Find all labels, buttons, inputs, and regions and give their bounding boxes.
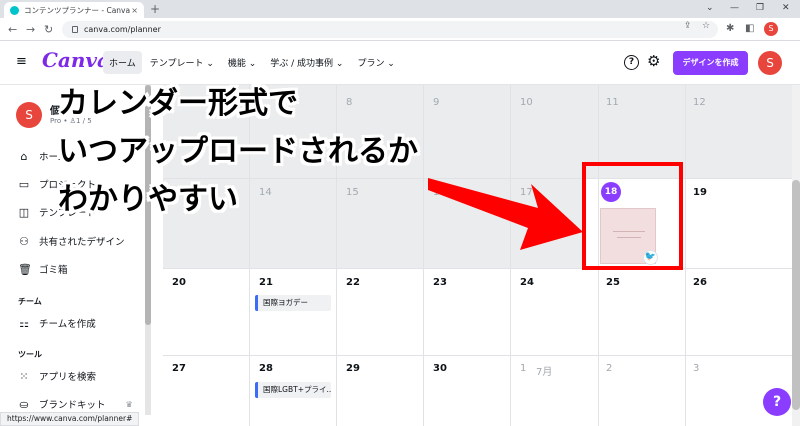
canva-logo[interactable]: Canva bbox=[42, 48, 110, 72]
day-cell[interactable]: 23 bbox=[433, 277, 447, 288]
overlay-heading-line1: カレンダー形式で bbox=[58, 86, 298, 121]
folder-icon: ▭ bbox=[18, 177, 30, 191]
top-nav: ホーム テンプレート ⌄ 機能 ⌄ 学ぶ / 成功事例 ⌄ プラン ⌄ bbox=[103, 51, 401, 74]
share-icon[interactable]: ⇪ bbox=[684, 21, 692, 31]
minimize-icon[interactable]: — bbox=[730, 3, 739, 13]
url-input[interactable]: canva.com/planner bbox=[62, 21, 718, 38]
back-icon[interactable]: ← bbox=[8, 23, 17, 36]
shared-icon: ⚇ bbox=[19, 234, 29, 248]
tab-close-icon[interactable]: × bbox=[131, 6, 138, 15]
restore-icon[interactable]: ❐ bbox=[756, 3, 764, 13]
sidebar-item-label: アプリを検索 bbox=[39, 372, 97, 383]
sidebar-item-brand-kit[interactable]: ⛀ ブランドキット ♛ bbox=[18, 397, 133, 412]
trash-icon: 🗑 bbox=[18, 262, 32, 276]
team-icon: ⚏ bbox=[19, 316, 29, 330]
overlay-heading-line2: いつアップロードされるか bbox=[58, 134, 418, 169]
nav-features[interactable]: 機能 ⌄ bbox=[222, 51, 262, 74]
bookmark-star-icon[interactable]: ☆ bbox=[702, 21, 710, 31]
nav-home[interactable]: ホーム bbox=[103, 51, 142, 74]
day-cell[interactable]: 28 bbox=[259, 363, 273, 374]
nav-learn[interactable]: 学ぶ / 成功事例 ⌄ bbox=[264, 51, 349, 74]
forward-icon[interactable]: → bbox=[26, 23, 35, 36]
day-cell[interactable]: 21 bbox=[259, 277, 273, 288]
brand-icon: ⛀ bbox=[19, 397, 29, 411]
day-cell[interactable]: 9 bbox=[433, 97, 439, 108]
day-cell[interactable]: 22 bbox=[346, 277, 360, 288]
sidebar-item-label: ブランドキット bbox=[39, 400, 106, 411]
new-tab-button[interactable]: + bbox=[150, 2, 160, 16]
calendar-event[interactable]: 国際ヨガデー bbox=[255, 295, 331, 311]
day-cell[interactable]: 25 bbox=[606, 277, 620, 288]
sidebar-item-shared[interactable]: ⚇ 共有されたデザイン bbox=[18, 234, 125, 249]
sidebar-section-tools: ツール bbox=[18, 350, 42, 359]
calendar-event[interactable]: 国際LGBT+プライ... bbox=[255, 382, 331, 398]
canva-favicon-icon bbox=[10, 5, 19, 15]
day-cell[interactable]: 11 bbox=[606, 97, 619, 108]
day-cell[interactable]: 12 bbox=[693, 97, 706, 108]
sidebar-section-team: チーム bbox=[18, 297, 42, 306]
tab-title: コンテンツプランナー - Canva bbox=[24, 5, 131, 15]
extensions-icon[interactable]: ✱ bbox=[726, 23, 734, 34]
help-icon[interactable]: ? bbox=[624, 55, 639, 70]
create-design-button[interactable]: デザインを作成 bbox=[673, 51, 748, 75]
help-fab-button[interactable]: ? bbox=[763, 388, 791, 416]
nav-templates[interactable]: テンプレート ⌄ bbox=[144, 51, 220, 74]
sidebar-item-label: チームを作成 bbox=[39, 319, 96, 330]
hamburger-menu-icon[interactable]: ≡ bbox=[16, 54, 27, 69]
home-icon: ⌂ bbox=[20, 149, 28, 163]
url-text: canva.com/planner bbox=[84, 25, 161, 34]
gear-icon[interactable]: ⚙ bbox=[647, 52, 660, 70]
browser-tab[interactable]: コンテンツプランナー - Canva × bbox=[4, 2, 144, 18]
day-cell[interactable]: 20 bbox=[172, 277, 186, 288]
day-cell[interactable]: 2 bbox=[606, 363, 612, 374]
address-bar: ← → ↻ canva.com/planner ⇪ ☆ ✱ ◧ S bbox=[0, 18, 800, 41]
lock-icon bbox=[72, 26, 78, 33]
overlay-heading-line3: わかりやすい bbox=[58, 182, 238, 217]
sidebar-item-trash[interactable]: 🗑 ゴミ箱 bbox=[18, 262, 68, 277]
day-cell[interactable]: 26 bbox=[693, 277, 707, 288]
side-panel-icon[interactable]: ◧ bbox=[745, 23, 754, 34]
day-cell[interactable]: 24 bbox=[520, 277, 534, 288]
day-cell[interactable]: 15 bbox=[346, 187, 359, 198]
red-arrow-icon bbox=[428, 178, 583, 250]
day-cell[interactable]: 3 bbox=[693, 363, 699, 374]
sidebar-item-create-team[interactable]: ⚏ チームを作成 bbox=[18, 316, 96, 331]
day-cell[interactable]: 1 bbox=[520, 363, 526, 374]
day-cell[interactable]: 10 bbox=[520, 97, 533, 108]
crown-icon: ♛ bbox=[125, 399, 133, 409]
account-avatar[interactable]: S bbox=[758, 51, 782, 75]
month-label: 7月 bbox=[536, 367, 553, 378]
status-url: https://www.canva.com/planner# bbox=[0, 412, 140, 426]
sidebar-item-label: ゴミ箱 bbox=[39, 265, 68, 276]
day-cell[interactable]: 8 bbox=[346, 97, 352, 108]
sidebar-item-apps[interactable]: ⁙ アプリを検索 bbox=[18, 369, 97, 384]
day-cell[interactable]: 19 bbox=[693, 187, 707, 198]
reload-icon[interactable]: ↻ bbox=[44, 23, 53, 36]
nav-plans[interactable]: プラン ⌄ bbox=[351, 51, 400, 74]
browser-tab-strip: コンテンツプランナー - Canva × + ⌄ — ❐ ✕ bbox=[0, 0, 800, 18]
calendar-scrollbar[interactable] bbox=[792, 85, 800, 426]
day-cell[interactable]: 14 bbox=[259, 187, 272, 198]
window-close-icon[interactable]: ✕ bbox=[782, 3, 790, 13]
sidebar-avatar[interactable]: S bbox=[16, 102, 42, 128]
browser-profile-avatar[interactable]: S bbox=[764, 22, 778, 36]
day-cell[interactable]: 29 bbox=[346, 363, 360, 374]
chevron-down-icon[interactable]: ⌄ bbox=[706, 3, 714, 13]
day-cell[interactable]: 30 bbox=[433, 363, 447, 374]
highlight-box bbox=[582, 162, 683, 270]
sidebar-item-label: 共有されたデザイン bbox=[39, 237, 125, 248]
template-icon: ◫ bbox=[18, 205, 30, 219]
day-cell[interactable]: 27 bbox=[172, 363, 186, 374]
apps-icon: ⁙ bbox=[19, 369, 29, 383]
